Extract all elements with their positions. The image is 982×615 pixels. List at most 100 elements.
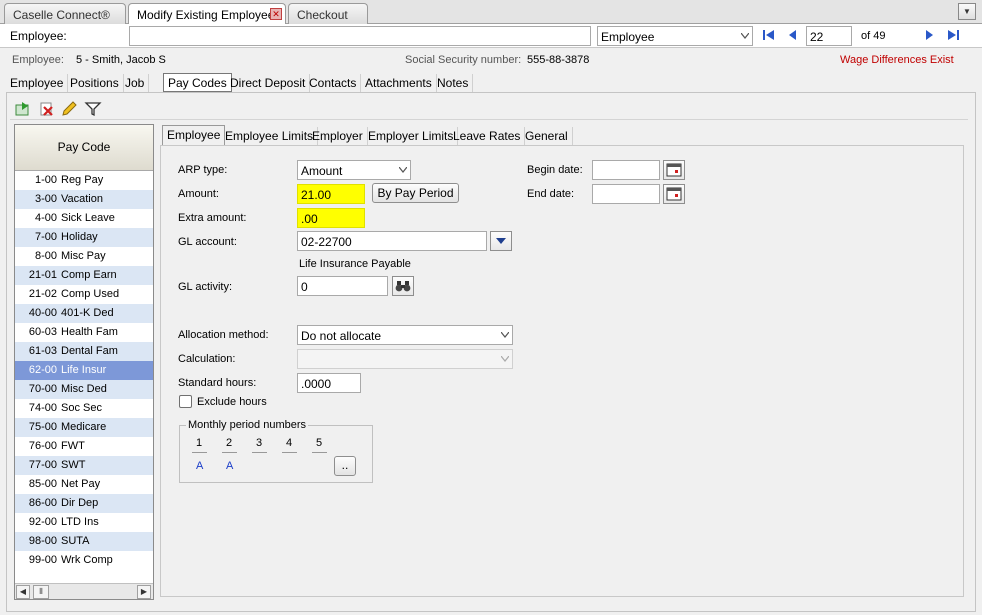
pay-code: 40-00 xyxy=(28,307,57,319)
list-item[interactable]: 74-00 Soc Sec xyxy=(15,399,153,418)
by-pay-period-button[interactable]: By Pay Period xyxy=(372,183,459,203)
list-item[interactable]: 1-00 Reg Pay xyxy=(15,171,153,190)
close-icon[interactable]: ✕ xyxy=(270,8,282,20)
list-item[interactable]: 85-00 Net Pay xyxy=(15,475,153,494)
list-item[interactable]: 76-00 FWT xyxy=(15,437,153,456)
pay-code-name: Sick Leave xyxy=(61,212,115,224)
tab-employer[interactable]: Employer xyxy=(308,127,368,145)
app-tab-caselle-connect[interactable]: Caselle Connect® xyxy=(4,3,126,24)
period-value[interactable]: A xyxy=(196,460,203,472)
app-tab-checkout[interactable]: Checkout xyxy=(288,3,368,24)
list-item[interactable]: 86-00 Dir Dep xyxy=(15,494,153,513)
pay-code-name: Wrk Comp xyxy=(61,554,113,566)
employee-search-input[interactable] xyxy=(129,26,591,46)
list-item[interactable]: 77-00 SWT xyxy=(15,456,153,475)
list-item[interactable]: 3-00 Vacation xyxy=(15,190,153,209)
pay-code: 62-00 xyxy=(28,364,57,376)
pay-code-name: Reg Pay xyxy=(61,174,104,186)
gl-account-description: Life Insurance Payable xyxy=(299,258,411,270)
allocation-method-value: Do not allocate xyxy=(301,329,382,343)
list-item-selected[interactable]: 62-00 Life Insur xyxy=(15,361,153,380)
list-item[interactable]: 21-02 Comp Used xyxy=(15,285,153,304)
period-divider xyxy=(252,452,267,453)
pay-code-column-header[interactable]: Pay Code xyxy=(15,125,153,171)
pay-code: 3-00 xyxy=(34,193,57,205)
next-record-icon[interactable] xyxy=(922,28,936,42)
pay-code-name: Medicare xyxy=(61,421,107,433)
prev-record-icon[interactable] xyxy=(786,28,800,42)
tab-general[interactable]: General xyxy=(521,127,573,145)
gl-account-lookup-button[interactable] xyxy=(490,231,512,251)
pay-code: 21-01 xyxy=(28,269,57,281)
arp-type-select[interactable]: Amount xyxy=(297,160,411,180)
tab-employer-limits[interactable]: Employer Limits xyxy=(364,127,459,145)
calculation-select[interactable] xyxy=(297,349,513,369)
app-tab-bar: Caselle Connect® Modify Existing Employe… xyxy=(0,0,982,25)
monthly-period-label: Monthly period numbers xyxy=(186,419,309,431)
tab-employee-limits[interactable]: Employee Limits xyxy=(221,127,319,145)
scroll-right-button[interactable]: ▶ xyxy=(137,585,151,599)
pay-code: 86-00 xyxy=(28,497,57,509)
tab-pay-codes[interactable]: Pay Codes xyxy=(163,73,232,92)
pay-code-name: FWT xyxy=(61,440,85,452)
list-item[interactable]: 40-00 401-K Ded xyxy=(15,304,153,323)
gl-activity-input[interactable]: 0 xyxy=(297,276,388,296)
tab-notes[interactable]: Notes xyxy=(433,74,474,92)
new-record-icon[interactable] xyxy=(14,100,32,118)
list-item[interactable]: 61-03 Dental Fam xyxy=(15,342,153,361)
tab-attachments[interactable]: Attachments xyxy=(361,74,437,92)
extra-amount-input[interactable]: .00 xyxy=(297,208,365,228)
pay-code: 61-03 xyxy=(28,345,57,357)
exclude-hours-label: Exclude hours xyxy=(197,396,267,408)
allocation-method-select[interactable]: Do not allocate xyxy=(297,325,513,345)
scroll-left-button[interactable]: ◀ xyxy=(16,585,30,599)
search-mode-select[interactable]: Employee xyxy=(597,26,753,46)
pay-code: 75-00 xyxy=(28,421,57,433)
edit-pencil-icon[interactable] xyxy=(60,100,78,118)
tab-positions[interactable]: Positions xyxy=(66,74,124,92)
tab-direct-deposit[interactable]: Direct Deposit xyxy=(226,74,311,92)
employee-name: 5 - Smith, Jacob S xyxy=(76,54,166,66)
list-item[interactable]: 98-00 SUTA xyxy=(15,532,153,551)
tab-job[interactable]: Job xyxy=(121,74,150,92)
list-item[interactable]: 70-00 Misc Ded xyxy=(15,380,153,399)
tab-contacts[interactable]: Contacts xyxy=(305,74,362,92)
list-item[interactable]: 92-00 LTD Ins xyxy=(15,513,153,532)
pay-code: 77-00 xyxy=(28,459,57,471)
tab-detail-employee[interactable]: Employee xyxy=(162,125,226,146)
horizontal-scrollbar[interactable]: ◀ ⦀ ▶ xyxy=(15,583,153,599)
filter-icon[interactable] xyxy=(84,100,102,118)
delete-icon[interactable] xyxy=(38,100,56,118)
exclude-hours-checkbox[interactable] xyxy=(179,395,192,408)
gl-activity-search-button[interactable] xyxy=(392,276,414,296)
list-item[interactable]: 75-00 Medicare xyxy=(15,418,153,437)
list-item[interactable]: 21-01 Comp Earn xyxy=(15,266,153,285)
scroll-thumb[interactable]: ⦀ xyxy=(33,585,49,599)
amount-input[interactable]: 21.00 xyxy=(297,184,365,204)
list-item[interactable]: 4-00 Sick Leave xyxy=(15,209,153,228)
tab-leave-rates[interactable]: Leave Rates xyxy=(449,127,526,145)
record-number-input[interactable]: 22 xyxy=(806,26,852,46)
list-item[interactable]: 8-00 Misc Pay xyxy=(15,247,153,266)
gl-account-input[interactable]: 02-22700 xyxy=(297,231,487,251)
tab-list-dropdown-button[interactable]: ▼ xyxy=(958,3,976,20)
end-date-input[interactable] xyxy=(592,184,660,204)
list-item[interactable]: 60-03 Health Fam xyxy=(15,323,153,342)
allocation-method-label: Allocation method: xyxy=(178,329,269,341)
pay-code-name: Dental Fam xyxy=(61,345,118,357)
period-number: 1 xyxy=(196,437,203,449)
standard-hours-input[interactable]: .0000 xyxy=(297,373,361,393)
pay-code: 1-00 xyxy=(34,174,57,186)
last-record-icon[interactable] xyxy=(946,28,960,42)
begin-date-input[interactable] xyxy=(592,160,660,180)
period-value[interactable]: A xyxy=(226,460,233,472)
list-item[interactable]: 99-00 Wrk Comp xyxy=(15,551,153,570)
monthly-period-more-button[interactable]: .. xyxy=(334,456,356,476)
first-record-icon[interactable] xyxy=(762,28,776,42)
list-item[interactable]: 7-00 Holiday xyxy=(15,228,153,247)
app-tab-modify-employees[interactable]: Modify Existing Employees ✕ xyxy=(128,3,286,25)
tab-employee[interactable]: Employee xyxy=(6,74,69,92)
end-date-picker-button[interactable] xyxy=(663,184,685,204)
begin-date-picker-button[interactable] xyxy=(663,160,685,180)
pay-code-name: Health Fam xyxy=(61,326,118,338)
